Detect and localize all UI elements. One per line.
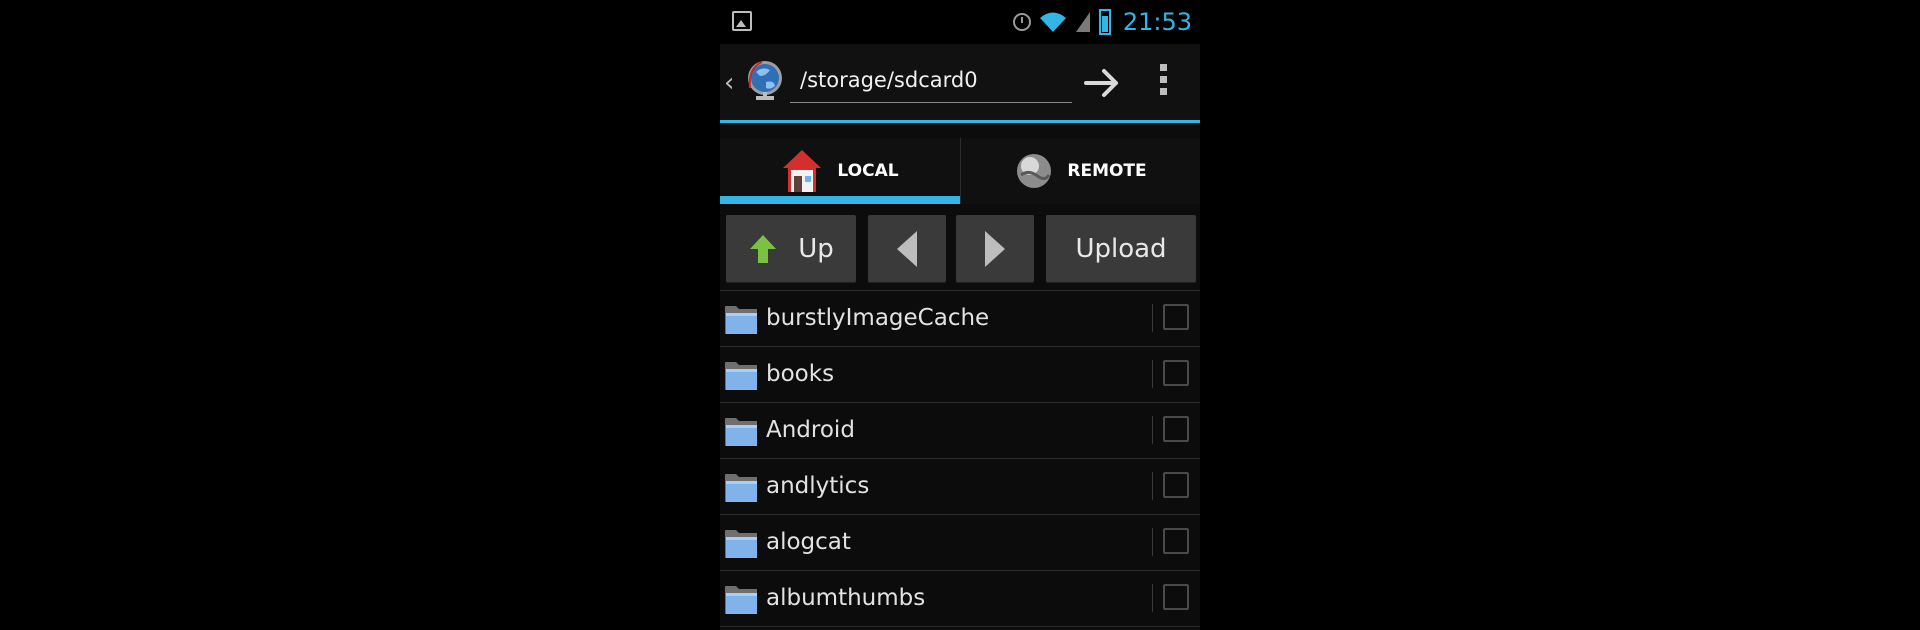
battery-icon [1098, 9, 1111, 35]
phone-screen: 21:53 ‹ /storage/sdcard0 LOCAL REMOTE Up… [720, 0, 1200, 630]
list-item[interactable]: andlytics [720, 459, 1200, 515]
alarm-icon [1012, 13, 1031, 31]
select-checkbox[interactable] [1163, 304, 1189, 330]
action-bar-divider [720, 120, 1200, 123]
upload-button-label: Upload [1075, 234, 1167, 264]
path-text[interactable]: /storage/sdcard0 [800, 68, 978, 92]
upload-button[interactable]: Upload [1046, 215, 1196, 283]
clock-time: 21:53 [1122, 8, 1192, 36]
up-button[interactable]: Up [726, 215, 856, 283]
list-item[interactable]: burstlyImageCache [720, 290, 1200, 347]
row-divider [1152, 472, 1153, 500]
up-button-label: Up [798, 234, 834, 264]
row-divider [1152, 528, 1153, 556]
triangle-right-icon [985, 231, 1005, 267]
tab-remote-label: REMOTE [1067, 161, 1147, 181]
file-name: alogcat [766, 529, 851, 555]
tab-local-label: LOCAL [837, 161, 899, 181]
list-item[interactable]: Android [720, 403, 1200, 459]
home-icon [783, 150, 822, 192]
wifi-icon [1039, 12, 1066, 32]
folder-icon [725, 362, 757, 390]
select-checkbox[interactable] [1163, 584, 1189, 610]
tab-bar: LOCAL REMOTE [720, 138, 1200, 204]
tab-local[interactable]: LOCAL [720, 138, 960, 204]
globe-icon [1017, 154, 1052, 188]
row-divider [1152, 360, 1153, 388]
signal-icon [1075, 12, 1090, 32]
folder-icon [725, 306, 757, 334]
tab-remote[interactable]: REMOTE [960, 138, 1200, 204]
file-name: books [766, 361, 835, 387]
overflow-menu-icon[interactable] [1160, 64, 1168, 102]
path-field[interactable]: /storage/sdcard0 [790, 60, 1072, 103]
selected-tab-indicator [720, 196, 960, 204]
folder-icon [725, 586, 757, 614]
select-checkbox[interactable] [1163, 472, 1189, 498]
row-divider [1152, 416, 1153, 444]
select-checkbox[interactable] [1163, 360, 1189, 386]
list-item[interactable]: books [720, 347, 1200, 403]
file-name: Android [766, 417, 855, 443]
folder-icon [725, 474, 757, 502]
back-button[interactable] [868, 215, 946, 283]
forward-button[interactable] [956, 215, 1034, 283]
back-chevron-icon[interactable]: ‹ [724, 68, 734, 98]
row-divider [1152, 304, 1153, 332]
status-bar: 21:53 [720, 0, 1200, 44]
select-checkbox[interactable] [1163, 416, 1189, 442]
folder-icon [725, 530, 757, 558]
action-bar: ‹ /storage/sdcard0 [720, 44, 1200, 123]
list-item[interactable]: alogcat [720, 515, 1200, 571]
folder-icon [725, 418, 757, 446]
gallery-icon [732, 11, 752, 31]
file-name: albumthumbs [766, 585, 926, 611]
navigation-toolbar: Up Upload [720, 215, 1200, 285]
globe-logo-icon[interactable] [742, 58, 788, 104]
list-item[interactable]: albumthumbs [720, 571, 1200, 627]
file-name: andlytics [766, 473, 870, 499]
file-list: burstlyImageCache books Android andlytics al… [720, 290, 1200, 630]
file-name: burstlyImageCache [766, 305, 990, 331]
status-icons: 21:53 [1012, 6, 1192, 38]
row-divider [1152, 584, 1153, 612]
triangle-left-icon [897, 231, 917, 267]
go-arrow-icon[interactable] [1082, 66, 1122, 100]
arrow-up-icon [750, 235, 777, 263]
select-checkbox[interactable] [1163, 528, 1189, 554]
